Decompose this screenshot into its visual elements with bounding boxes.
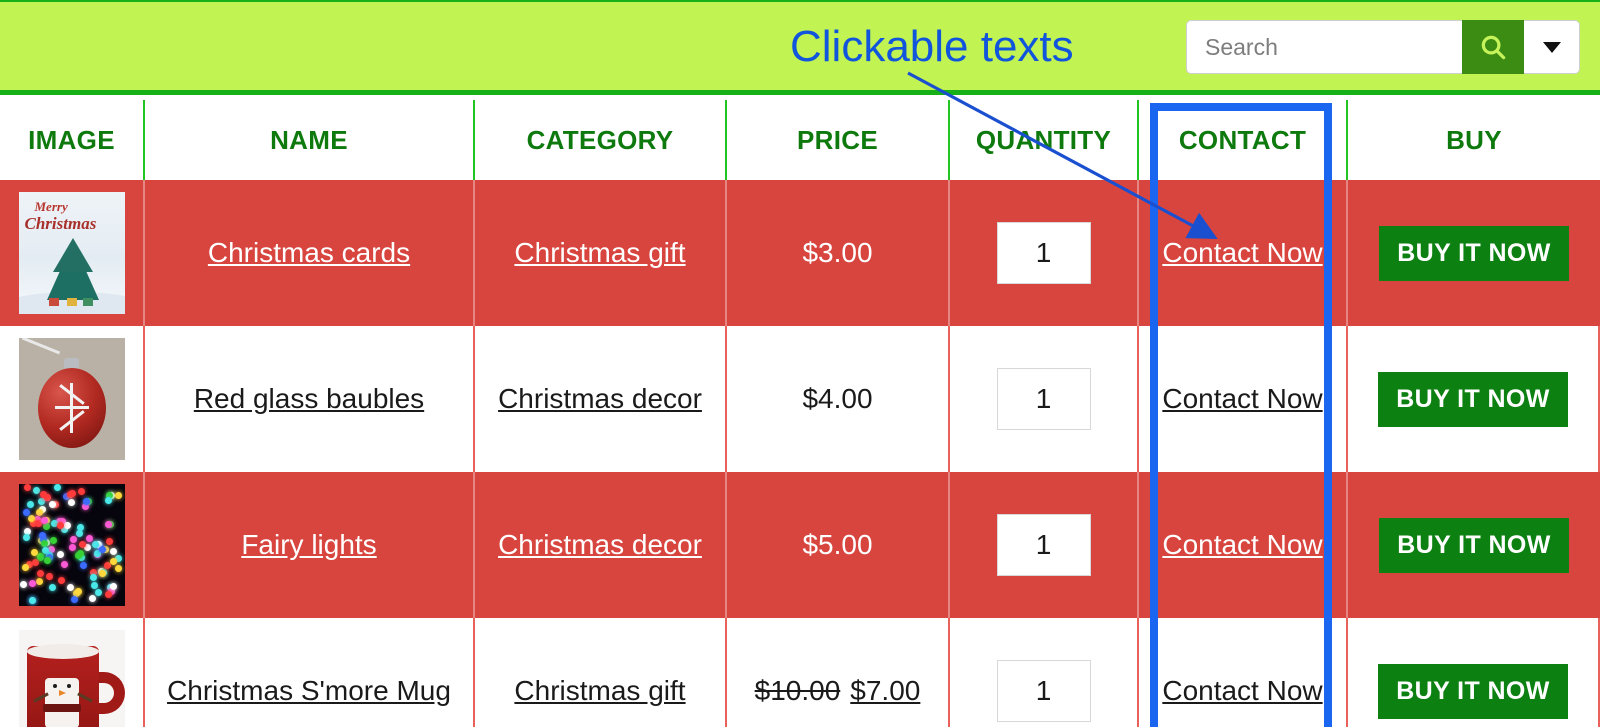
product-price-cell: $10.00 $7.00 [727, 618, 950, 727]
product-category-link[interactable]: Christmas gift [514, 237, 685, 269]
column-header-buy[interactable]: BUY [1348, 100, 1600, 180]
buy-it-now-button[interactable]: BUY IT NOW [1379, 517, 1569, 573]
product-name-cell: Red glass baubles [145, 326, 475, 472]
product-quantity-cell [950, 326, 1139, 472]
table-row: Red glass baubles Christmas decor $4.00 … [0, 326, 1600, 472]
product-image-cell [0, 472, 145, 618]
christmas-card-thumbnail: Merry Christmas [18, 192, 125, 314]
product-contact-cell: Contact Now [1139, 472, 1348, 618]
search-input[interactable] [1186, 20, 1462, 74]
contact-now-link[interactable]: Contact Now [1162, 529, 1322, 561]
contact-now-link[interactable]: Contact Now [1162, 237, 1322, 269]
contact-now-link[interactable]: Contact Now [1162, 383, 1322, 415]
product-category-link[interactable]: Christmas decor [498, 529, 702, 561]
product-buy-cell: BUY IT NOW [1348, 326, 1600, 472]
product-category-cell: Christmas decor [475, 326, 727, 472]
product-name-link[interactable]: Christmas S'more Mug [167, 675, 451, 707]
search-icon [1478, 32, 1508, 62]
column-header-category[interactable]: CATEGORY [475, 100, 727, 180]
column-header-image[interactable]: IMAGE [0, 100, 145, 180]
product-table: IMAGE NAME CATEGORY PRICE QUANTITY CONTA… [0, 100, 1600, 727]
search-dropdown-button[interactable] [1524, 20, 1580, 74]
column-header-name[interactable]: NAME [145, 100, 475, 180]
product-contact-cell: Contact Now [1139, 618, 1348, 727]
product-buy-cell: BUY IT NOW [1348, 618, 1600, 727]
product-quantity-cell [950, 618, 1139, 727]
table-row: Merry Christmas Christmas cards Christma… [0, 180, 1600, 326]
column-header-contact[interactable]: CONTACT [1139, 100, 1348, 180]
product-image-cell [0, 326, 145, 472]
buy-it-now-button[interactable]: BUY IT NOW [1379, 225, 1569, 281]
product-category-cell: Christmas gift [475, 618, 727, 727]
quantity-input[interactable] [996, 660, 1091, 722]
buy-it-now-button[interactable]: BUY IT NOW [1378, 371, 1568, 427]
product-category-cell: Christmas decor [475, 472, 727, 618]
product-image-cell [0, 618, 145, 727]
product-category-link[interactable]: Christmas gift [514, 675, 685, 707]
top-header-bar: Clickable texts [0, 0, 1600, 95]
table-header-row: IMAGE NAME CATEGORY PRICE QUANTITY CONTA… [0, 100, 1600, 180]
product-name-link[interactable]: Red glass baubles [194, 383, 424, 415]
product-price-cell: $4.00 [727, 326, 950, 472]
product-category-link[interactable]: Christmas decor [498, 383, 702, 415]
search-group [1186, 20, 1580, 74]
column-header-quantity[interactable]: QUANTITY [950, 100, 1139, 180]
product-name-cell: Christmas cards [145, 180, 475, 326]
fairy-lights-thumbnail [18, 484, 125, 606]
annotation-label: Clickable texts [790, 22, 1074, 71]
quantity-input[interactable] [996, 514, 1091, 576]
product-price: $5.00 [802, 529, 873, 560]
product-buy-cell: BUY IT NOW [1348, 180, 1600, 326]
christmas-smore-mug-thumbnail [18, 630, 125, 727]
quantity-input[interactable] [996, 222, 1091, 284]
buy-it-now-button[interactable]: BUY IT NOW [1378, 663, 1568, 719]
search-button[interactable] [1462, 20, 1524, 74]
table-row: Fairy lights Christmas decor $5.00 Conta… [0, 472, 1600, 618]
red-glass-bauble-thumbnail [18, 338, 125, 460]
product-name-link[interactable]: Fairy lights [241, 529, 376, 561]
product-contact-cell: Contact Now [1139, 326, 1348, 472]
product-price: $3.00 [802, 237, 873, 268]
product-price-original: $10.00 [754, 675, 841, 706]
table-row: Christmas S'more Mug Christmas gift $10.… [0, 618, 1600, 727]
product-image-cell: Merry Christmas [0, 180, 145, 326]
product-price-cell: $5.00 [727, 472, 950, 618]
product-quantity-cell [950, 472, 1139, 618]
product-name-link[interactable]: Christmas cards [208, 237, 410, 269]
product-name-cell: Christmas S'more Mug [145, 618, 475, 727]
product-contact-cell: Contact Now [1139, 180, 1348, 326]
product-name-cell: Fairy lights [145, 472, 475, 618]
product-buy-cell: BUY IT NOW [1348, 472, 1600, 618]
page-root: Clickable texts IMAGE NAME CATEGORY PRI [0, 0, 1600, 727]
product-quantity-cell [950, 180, 1139, 326]
product-price: $4.00 [802, 383, 873, 414]
product-category-cell: Christmas gift [475, 180, 727, 326]
contact-now-link[interactable]: Contact Now [1162, 675, 1322, 707]
quantity-input[interactable] [996, 368, 1091, 430]
column-header-price[interactable]: PRICE [727, 100, 950, 180]
chevron-down-icon [1542, 41, 1561, 53]
product-price-cell: $3.00 [727, 180, 950, 326]
product-price-sale[interactable]: $7.00 [850, 675, 920, 707]
